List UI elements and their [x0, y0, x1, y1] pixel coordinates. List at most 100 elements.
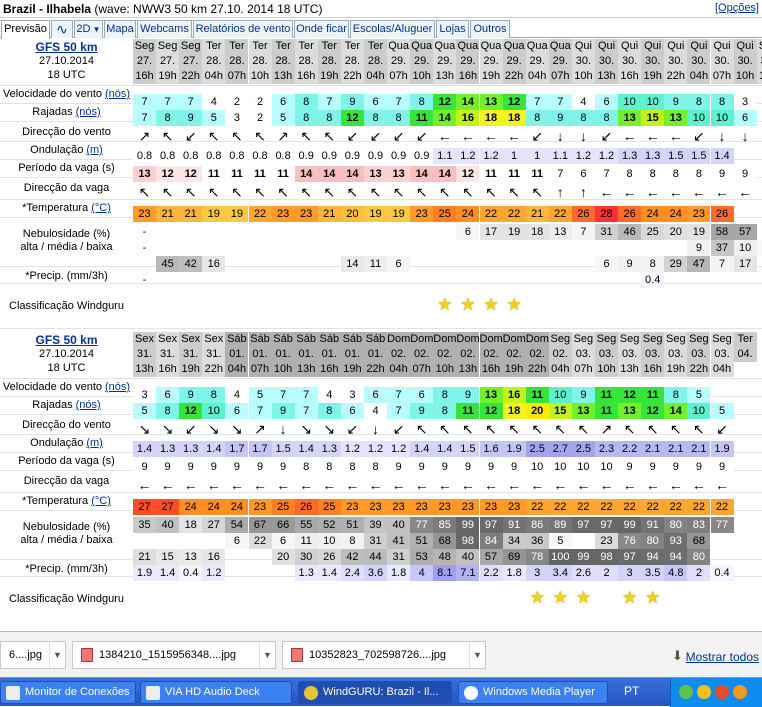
- wavedir-cell: ←: [276, 477, 291, 493]
- header-hour-cell: 07h: [248, 362, 272, 377]
- temp-cell: 26: [618, 206, 642, 222]
- period-cell: 11: [271, 166, 295, 182]
- wave-cell: 1.6: [479, 441, 503, 457]
- cloud-high-cell: 85: [433, 517, 457, 533]
- taskbar-item-connections[interactable]: Monitor de Conexões: [0, 681, 136, 704]
- cloud-high-cell: 25: [641, 224, 665, 240]
- wavedir-cell: ←: [576, 477, 591, 493]
- wavedir-cell: ←: [414, 477, 429, 493]
- cloud-high-cell: 55: [294, 517, 318, 533]
- gust-cell: 2: [248, 110, 272, 126]
- cloud-low-cell: 16: [202, 256, 226, 272]
- wave-cell: 1.3: [179, 441, 203, 457]
- cloud-high-cell: 27: [202, 517, 226, 533]
- unit-link-wave[interactable]: (m): [86, 437, 103, 449]
- header-day-cell: Sex: [133, 332, 156, 347]
- header-day-cell: Sáb: [340, 332, 364, 347]
- header-date-cell: 03.: [687, 347, 711, 362]
- wave-cell: 0.8: [271, 148, 295, 164]
- download-item[interactable]: 1384210_1515956348....jpg ▼: [72, 641, 276, 669]
- header-day-cell: Qua: [479, 39, 503, 54]
- download-item[interactable]: 6....jpg ▼: [0, 641, 66, 669]
- cloud-high-cell: 7: [571, 224, 595, 240]
- rating-star-icon: ★: [575, 588, 592, 607]
- header-hour-cell: 13h: [756, 69, 762, 84]
- download-item[interactable]: 10352823_702598726....jpg ▼: [282, 641, 486, 669]
- cloud-low-cell: 26: [317, 549, 341, 565]
- tray-update-icon[interactable]: [715, 685, 729, 699]
- header-date-cell: 01.: [248, 347, 272, 362]
- tray-antivirus-icon[interactable]: [733, 685, 747, 699]
- header-day-cell: Sáb: [294, 332, 318, 347]
- tray-network-icon[interactable]: [679, 685, 693, 699]
- tab-mapa[interactable]: Mapa: [104, 20, 136, 38]
- tray-security-icon[interactable]: [697, 685, 711, 699]
- winddir-cell: ↖: [623, 421, 636, 437]
- header-date-cell: 30.: [687, 54, 711, 69]
- period-cell: 9: [248, 459, 272, 475]
- cloud-high-cell: 66: [271, 517, 295, 533]
- taskbar-item-media-player[interactable]: Windows Media Player: [458, 681, 608, 704]
- precip-cell: 0.4: [179, 565, 203, 581]
- header-day-cell: Sáb: [248, 332, 272, 347]
- chevron-down-icon[interactable]: ▼: [259, 642, 275, 668]
- wave-cell: 1.2: [387, 441, 411, 457]
- tab-escolas-aluguer[interactable]: Escolas/Aluguer: [350, 20, 435, 38]
- show-all-downloads-link[interactable]: Mostrar todos: [686, 650, 759, 664]
- tab-chevron-down-icon[interactable]: 2D ▼: [74, 20, 103, 38]
- taskbar-item-audio[interactable]: VIA HD Audio Deck: [140, 681, 292, 704]
- cloud-low-cell: 94: [641, 549, 665, 565]
- cloud-low-cell: 15: [156, 549, 180, 565]
- model-date: 27.10.2014: [38, 348, 95, 360]
- unit-link-temp[interactable]: (°C): [91, 495, 111, 507]
- tab-webcams[interactable]: Webcams: [137, 20, 192, 38]
- tab-outros[interactable]: Outros: [470, 20, 510, 38]
- period-cell: 9: [479, 459, 503, 475]
- unit-link-speed[interactable]: (nós): [105, 88, 130, 100]
- header-date-cell: 31.: [133, 347, 156, 362]
- tab-lojas[interactable]: Lojas: [436, 20, 469, 38]
- unit-link-gust[interactable]: (nós): [76, 106, 101, 118]
- tab-wave-graph-icon[interactable]: ∿: [51, 20, 73, 38]
- header-hour-cell: 19h: [641, 69, 665, 84]
- gust-cell: 13: [571, 403, 595, 419]
- period-cell: 11: [525, 166, 549, 182]
- speed-cell: 6: [364, 94, 387, 110]
- period-cell: 12: [456, 166, 480, 182]
- row-label-winddir: Direcção do vento: [22, 126, 111, 138]
- tab-onde-ficar[interactable]: Onde ficar: [294, 20, 349, 38]
- options-link[interactable]: [Opções]: [715, 2, 759, 14]
- taskbar-item-browser[interactable]: WindGURU: Brazil - Il...: [298, 681, 452, 704]
- gust-cell: 12: [179, 403, 203, 419]
- unit-link-speed[interactable]: (nós): [105, 381, 130, 393]
- cloud-low-cell: 14: [340, 256, 364, 272]
- header-hour-cell: 16h: [641, 362, 665, 377]
- precip-cell: 1.3: [294, 565, 318, 581]
- model-name-link[interactable]: GFS 50 km: [0, 40, 133, 54]
- row-separator: [0, 328, 762, 329]
- header-date-cell: 28.: [294, 54, 318, 69]
- wavedir-cell: ←: [484, 477, 498, 493]
- tab-previs-o[interactable]: Previsão: [1, 20, 50, 39]
- period-cell: 10: [571, 459, 595, 475]
- unit-link-temp[interactable]: (°C): [91, 202, 111, 214]
- precip-cell: 3: [525, 565, 549, 581]
- period-cell: 9: [641, 459, 665, 475]
- header-date-cell: 28.: [317, 54, 341, 69]
- header-hour-cell: 13h: [294, 362, 318, 377]
- cloud-low-cell: 8: [641, 256, 665, 272]
- wavedir-cell: ↑: [556, 184, 564, 200]
- wave-cell: 0.8: [225, 148, 249, 164]
- wave-cell: 1.9: [710, 441, 734, 457]
- chevron-down-icon[interactable]: ▼: [469, 642, 485, 668]
- cloud-mid-cell: 68: [433, 533, 457, 549]
- tab-relat-rios-de-vento[interactable]: Relatórios de vento: [193, 20, 293, 38]
- chevron-down-icon[interactable]: ▼: [49, 642, 65, 668]
- winddir-cell: ↖: [485, 421, 497, 437]
- unit-link-gust[interactable]: (nós): [76, 399, 101, 411]
- temp-cell: 19: [225, 206, 249, 222]
- header-hour-cell: 16h: [294, 69, 318, 84]
- unit-link-wave[interactable]: (m): [86, 144, 103, 156]
- language-indicator[interactable]: PT: [624, 684, 639, 698]
- model-name-link[interactable]: GFS 50 km: [0, 333, 133, 347]
